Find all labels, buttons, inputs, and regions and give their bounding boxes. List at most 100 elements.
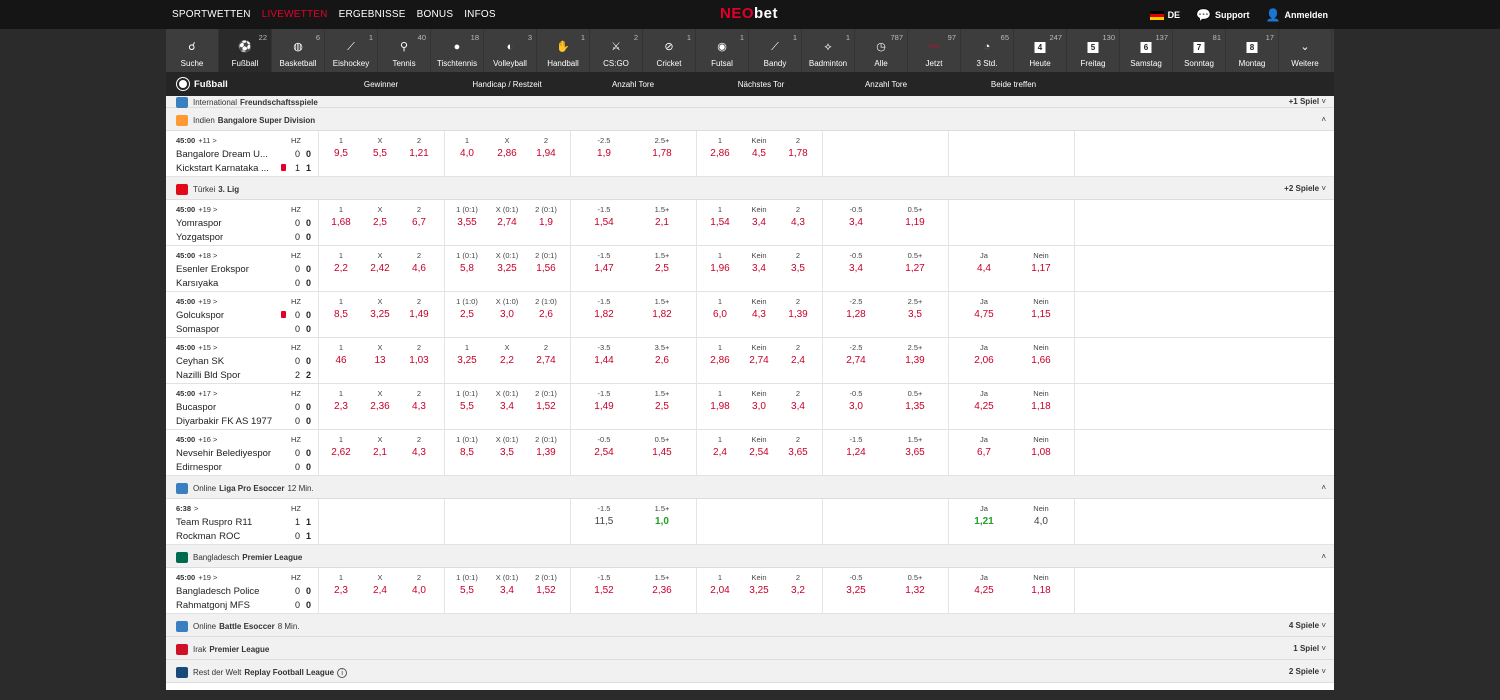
odds-button[interactable]: 1 2,86 [700, 338, 740, 366]
league-header[interactable]: Türkei 3. Lig +2 Spiele ˅ [166, 177, 1334, 200]
sport-tab-weitere[interactable]: ⌄ Weitere [1279, 29, 1332, 72]
odds-button[interactable]: 2 1,03 [399, 338, 439, 366]
odds-button[interactable]: Ja 4,75 [964, 292, 1004, 320]
odds-button[interactable]: Ja 4,25 [964, 568, 1004, 596]
league-toggle[interactable]: ˄ [1321, 115, 1326, 124]
sport-tab-freitag[interactable]: 130 5 Freitag [1067, 29, 1120, 72]
odds-button[interactable]: 1 (1:0) 2,5 [447, 292, 487, 320]
odds-button[interactable]: Kein 3,0 [739, 384, 779, 412]
odds-button[interactable]: 2 1,94 [526, 131, 566, 159]
odds-button[interactable]: Nein 1,17 [1021, 246, 1061, 274]
league-header[interactable]: Online Liga Pro Esoccer 12 Min. ˄ [166, 476, 1334, 499]
odds-button[interactable]: 1 4,0 [447, 131, 487, 159]
odds-button[interactable]: 2.5+ 1,39 [895, 338, 935, 366]
league-toggle[interactable]: 2 Spiele ˅ [1289, 667, 1326, 676]
odds-button[interactable]: 1 (0:1) 5,5 [447, 384, 487, 412]
odds-button[interactable]: 1.5+ 2,1 [642, 200, 682, 228]
match-row[interactable]: 45:00 +18 > HZ Esenler Erokspor 0 0 Karsıyaka 0… [166, 246, 1334, 292]
odds-button[interactable]: -1.5 1,54 [584, 200, 624, 228]
sport-tab-tennis[interactable]: 40 ⚲ Tennis [378, 29, 431, 72]
odds-button[interactable]: 0.5+ 1,27 [895, 246, 935, 274]
odds-button[interactable]: -0.5 3,4 [836, 200, 876, 228]
match-row[interactable]: 45:00 +17 > HZ Bucaspor 0 0 Diyarbakir FK AS 1… [166, 384, 1334, 430]
match-row[interactable]: 6:38 > HZ Team Ruspro R11 1 1 Rockman ROC 0 1 -1.5 1… [166, 499, 1334, 545]
odds-button[interactable]: Kein 3,4 [739, 246, 779, 274]
odds-button[interactable]: -3.5 1,44 [584, 338, 624, 366]
odds-button[interactable]: X 2,5 [360, 200, 400, 228]
sport-tab-cricket[interactable]: 1 ⊘ Cricket [643, 29, 696, 72]
odds-button[interactable]: 2 3,4 [778, 384, 818, 412]
sport-tab-alle[interactable]: 787 ◷ Alle [855, 29, 908, 72]
odds-button[interactable]: 1 46 [321, 338, 361, 366]
odds-button[interactable]: Nein 1,66 [1021, 338, 1061, 366]
odds-button[interactable]: 0.5+ 1,32 [895, 568, 935, 596]
odds-button[interactable]: 2 2,74 [526, 338, 566, 366]
odds-button[interactable]: Ja 4,4 [964, 246, 1004, 274]
odds-button[interactable]: X 2,86 [487, 131, 527, 159]
odds-button[interactable]: Ja 2,06 [964, 338, 1004, 366]
odds-button[interactable]: 2 1,39 [778, 292, 818, 320]
sport-tab-handball[interactable]: 1 ✋ Handball [537, 29, 590, 72]
odds-button[interactable]: 1 2,3 [321, 384, 361, 412]
odds-button[interactable]: -2.5 2,74 [836, 338, 876, 366]
match-more-markets[interactable]: +18 > [198, 251, 217, 260]
odds-button[interactable]: X 3,25 [360, 292, 400, 320]
nav-bonus[interactable]: BONUS [417, 9, 454, 20]
odds-button[interactable]: 2.5+ 1,78 [642, 131, 682, 159]
logo[interactable]: NEObet [720, 5, 778, 22]
support-link[interactable]: 💬 Support [1196, 8, 1249, 22]
sport-tab-eishockey[interactable]: 1 ⟋ Eishockey [325, 29, 378, 72]
odds-button[interactable]: 2 1,21 [399, 131, 439, 159]
odds-button[interactable]: X (0:1) 3,4 [487, 384, 527, 412]
match-more-markets[interactable]: > [194, 504, 198, 513]
sport-tab-jetzt[interactable]: 97 〰 Jetzt [908, 29, 961, 72]
odds-button[interactable]: -1.5 11,5 [584, 499, 624, 527]
odds-button[interactable]: 1 2,4 [700, 430, 740, 458]
odds-button[interactable]: 1 (0:1) 5,5 [447, 568, 487, 596]
odds-button[interactable]: 3.5+ 2,6 [642, 338, 682, 366]
odds-button[interactable]: 2 6,7 [399, 200, 439, 228]
league-header[interactable]: Bangladesch Premier League ˄ [166, 545, 1334, 568]
odds-button[interactable]: X 5,5 [360, 131, 400, 159]
odds-button[interactable]: -1.5 1,49 [584, 384, 624, 412]
odds-button[interactable]: Kein 3,4 [739, 200, 779, 228]
odds-button[interactable]: X 2,36 [360, 384, 400, 412]
odds-button[interactable]: 1 1,96 [700, 246, 740, 274]
match-more-markets[interactable]: +19 > [198, 205, 217, 214]
odds-button[interactable]: 2 3,65 [778, 430, 818, 458]
login-link[interactable]: 👤 Anmelden [1266, 8, 1328, 22]
odds-button[interactable]: X (0:1) 2,74 [487, 200, 527, 228]
sport-tab-cs-go[interactable]: 2 ⚔ CS:GO [590, 29, 643, 72]
odds-button[interactable]: Ja 6,7 [964, 430, 1004, 458]
match-more-markets[interactable]: +17 > [198, 389, 217, 398]
league-toggle[interactable]: 1 Spiel ˅ [1293, 644, 1326, 653]
odds-button[interactable]: 1 1,68 [321, 200, 361, 228]
match-more-markets[interactable]: +15 > [198, 343, 217, 352]
sport-tab-heute[interactable]: 247 4 Heute [1014, 29, 1067, 72]
sport-tab-volleyball[interactable]: 3 ◐ Volleyball [484, 29, 537, 72]
match-more-markets[interactable]: +16 > [198, 435, 217, 444]
odds-button[interactable]: Kein 4,3 [739, 292, 779, 320]
odds-button[interactable]: -1.5 1,47 [584, 246, 624, 274]
sport-tab-badminton[interactable]: 1 ⟡ Badminton [802, 29, 855, 72]
match-row[interactable]: 45:00 +19 > HZ Golcukspor 0 0 Somaspor 0 0 1 8,5 X 3… [166, 292, 1334, 338]
league-toggle[interactable]: ˄ [1321, 552, 1326, 561]
league-toggle[interactable]: 4 Spiele ˅ [1289, 621, 1326, 630]
odds-button[interactable]: 1 (0:1) 3,55 [447, 200, 487, 228]
nav-ergebnisse[interactable]: ERGEBNISSE [339, 9, 406, 20]
match-more-markets[interactable]: +11 > [198, 136, 217, 145]
odds-button[interactable]: 1.5+ 2,5 [642, 384, 682, 412]
sport-tab-samstag[interactable]: 137 6 Samstag [1120, 29, 1173, 72]
odds-button[interactable]: 1 9,5 [321, 131, 361, 159]
odds-button[interactable]: Nein 4,0 [1021, 499, 1061, 527]
odds-button[interactable]: X (0:1) 3,5 [487, 430, 527, 458]
league-header[interactable]: Indien Bangalore Super Division ˄ [166, 108, 1334, 131]
nav-sportwetten[interactable]: SPORTWETTEN [172, 9, 251, 20]
odds-button[interactable]: Ja 4,25 [964, 384, 1004, 412]
odds-button[interactable]: 2 4,3 [778, 200, 818, 228]
odds-button[interactable]: Nein 1,18 [1021, 568, 1061, 596]
nav-livewetten[interactable]: LIVEWETTEN [262, 9, 328, 20]
sport-tab-3-std-[interactable]: 65 ◔ 3 Std. [961, 29, 1014, 72]
league-toggle[interactable]: +2 Spiele ˅ [1284, 184, 1326, 193]
sport-tab-montag[interactable]: 17 8 Montag [1226, 29, 1279, 72]
